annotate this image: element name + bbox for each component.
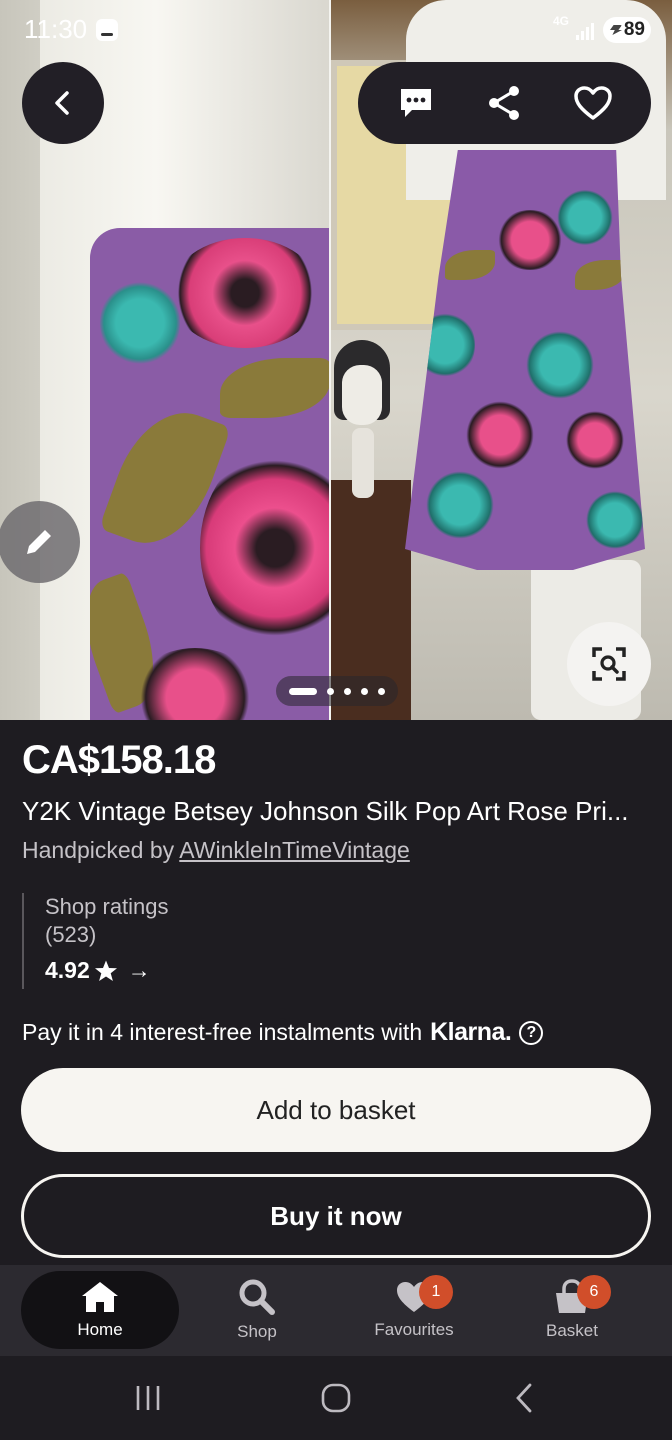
- favourite-button[interactable]: [565, 75, 621, 131]
- notification-icon: [96, 19, 118, 41]
- home-circle-icon: [321, 1383, 351, 1413]
- back-arrow-icon: [516, 1383, 532, 1413]
- visual-search-button[interactable]: [567, 622, 651, 706]
- status-time: 11:30: [24, 14, 88, 44]
- message-icon: [401, 89, 432, 117]
- image-divider: [329, 0, 331, 720]
- nav-basket[interactable]: Basket 6: [493, 1271, 651, 1349]
- klarna-logo: Klarna.: [430, 1018, 512, 1046]
- listing-title[interactable]: Y2K Vintage Betsey Johnson Silk Pop Art …: [22, 796, 658, 827]
- nav-home[interactable]: Home: [21, 1271, 179, 1349]
- handpicked-line: Handpicked by AWinkleInTimeVintage: [22, 837, 410, 864]
- shop-ratings-count: (523): [45, 922, 97, 947]
- shop-ratings[interactable]: Shop ratings (523) 4.92 →: [22, 893, 169, 989]
- pager-dot[interactable]: [344, 687, 351, 695]
- image-pager[interactable]: [276, 676, 398, 706]
- klarna-payment-info: Pay it in 4 interest-free instalments wi…: [22, 1018, 544, 1047]
- pager-dot-active[interactable]: [289, 687, 317, 695]
- basket-badge: 6: [577, 1275, 611, 1309]
- nav-basket-label: Basket: [546, 1321, 598, 1340]
- handpicked-prefix: Handpicked by: [22, 837, 180, 863]
- signal-icon: [576, 20, 598, 40]
- status-bar: 11:30 4G 89: [0, 0, 672, 60]
- listing-price: CA$158.18: [22, 738, 216, 782]
- recent-apps-icon: [136, 1386, 160, 1410]
- help-icon[interactable]: ?: [519, 1020, 544, 1045]
- edit-button[interactable]: [0, 501, 80, 583]
- search-icon: [239, 1279, 275, 1315]
- home-icon: [82, 1282, 118, 1312]
- shop-ratings-label: Shop ratings: [45, 894, 169, 919]
- favourites-badge: 1: [419, 1275, 453, 1309]
- nav-favourites[interactable]: Favourites 1: [335, 1271, 493, 1349]
- scan-search-icon: [592, 647, 626, 681]
- battery-indicator: 89: [603, 17, 651, 43]
- image-action-bar: [358, 62, 651, 144]
- network-type: 4G: [553, 14, 570, 28]
- nav-shop-label: Shop: [237, 1322, 277, 1341]
- pencil-icon: [27, 530, 51, 554]
- arrow-right-icon: →: [127, 957, 151, 983]
- dress-bodice: [90, 228, 329, 720]
- decorative-head-bust: [332, 340, 390, 500]
- share-button[interactable]: [476, 75, 532, 131]
- shop-name-link[interactable]: AWinkleInTimeVintage: [179, 837, 410, 863]
- share-icon: [489, 86, 520, 120]
- nav-shop[interactable]: Shop: [178, 1271, 336, 1349]
- klarna-text: Pay it in 4 interest-free instalments wi…: [22, 1019, 423, 1045]
- pager-dot[interactable]: [327, 687, 334, 695]
- message-seller-button[interactable]: [388, 75, 444, 131]
- rating-score: 4.92: [45, 957, 90, 983]
- back-button[interactable]: [22, 62, 104, 144]
- home-system-button[interactable]: [316, 1378, 356, 1418]
- chevron-left-icon: [55, 91, 69, 115]
- shop-ratings-score-row: 4.92 →: [45, 957, 169, 984]
- nav-home-label: Home: [77, 1320, 123, 1339]
- nav-favourites-label: Favourites: [374, 1320, 454, 1339]
- star-icon: [94, 960, 117, 981]
- add-to-basket-button[interactable]: Add to basket: [21, 1068, 651, 1152]
- pager-dot[interactable]: [361, 687, 368, 695]
- buy-it-now-button[interactable]: Buy it now: [21, 1174, 651, 1258]
- pager-dot[interactable]: [378, 687, 385, 695]
- bottom-navigation: Home Shop Favourites 1 Basket 6: [0, 1265, 672, 1356]
- recent-apps-button[interactable]: [128, 1378, 168, 1418]
- heart-outline-icon: [574, 86, 612, 120]
- system-back-button[interactable]: [504, 1378, 544, 1418]
- system-navigation-bar: [0, 1356, 672, 1440]
